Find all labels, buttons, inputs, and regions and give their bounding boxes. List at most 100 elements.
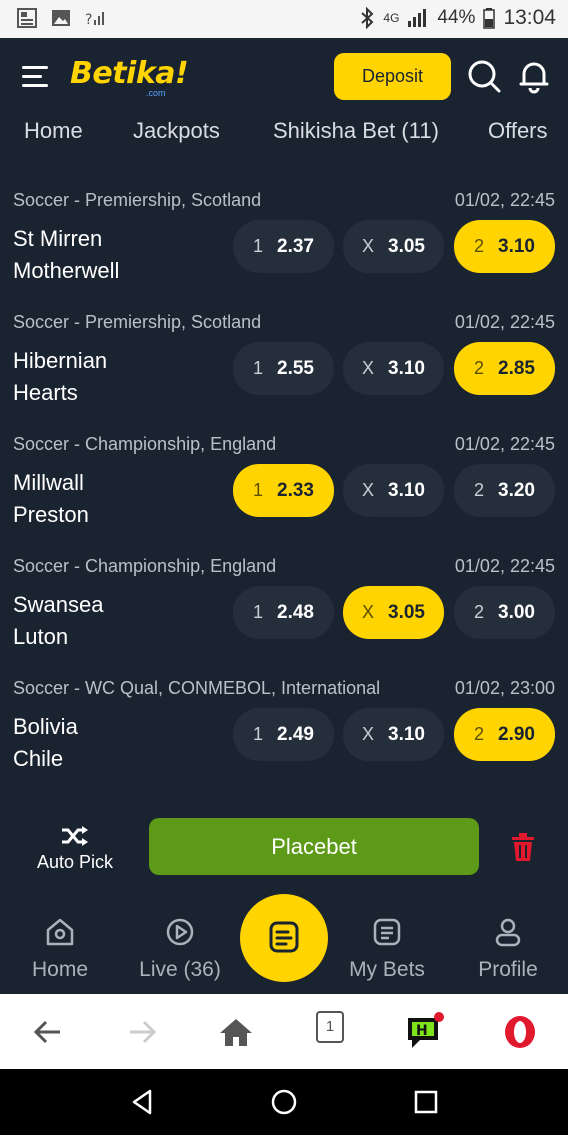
nav-label: My Bets <box>349 958 425 981</box>
odd-button-home[interactable]: 1 2.37 <box>233 220 334 273</box>
nav-label: Live (36) <box>139 958 221 981</box>
odd-button-away[interactable]: 2 3.00 <box>454 586 555 639</box>
status-bar-system: 4G 44% 13:04 <box>359 6 556 30</box>
tab-home[interactable]: Home <box>24 118 83 144</box>
odd-button-away[interactable]: 2 2.90 <box>454 708 555 761</box>
app-header: Betika! .com Deposit <box>0 38 568 118</box>
logo-domain: .com <box>146 88 166 98</box>
nav-my-bets[interactable]: My Bets <box>332 916 442 982</box>
odd-button-home[interactable]: 1 2.48 <box>233 586 334 639</box>
odd-button-away[interactable]: 2 2.85 <box>454 342 555 395</box>
match-date: 01/02, 22:45 <box>454 190 555 210</box>
back-arrow-icon[interactable] <box>28 1012 68 1052</box>
tab-shikisha-bet[interactable]: Shikisha Bet (11) <box>273 118 439 144</box>
trash-icon[interactable] <box>510 832 536 862</box>
odd-button-draw[interactable]: X 3.10 <box>343 708 444 761</box>
away-team[interactable]: Chile <box>13 746 63 772</box>
nav-label: Home <box>31 958 89 981</box>
image-icon <box>52 10 70 26</box>
odd-button-draw[interactable]: X 3.05 <box>343 586 444 639</box>
battery-percent: 44% <box>437 7 476 28</box>
nav-home[interactable]: Home <box>5 916 115 982</box>
android-home-icon[interactable] <box>269 1087 299 1117</box>
odd-value: 3.00 <box>498 601 535 623</box>
odd-button-home[interactable]: 1 2.49 <box>233 708 334 761</box>
notification-bell-icon[interactable] <box>516 58 552 94</box>
forward-arrow-icon[interactable] <box>122 1012 162 1052</box>
status-bar-notifications: ? <box>16 7 106 29</box>
match-date: 01/02, 22:45 <box>454 434 555 454</box>
nav-profile[interactable]: Profile <box>453 916 563 982</box>
away-team[interactable]: Preston <box>13 502 89 528</box>
signal-icon <box>408 9 427 27</box>
tab-offers[interactable]: Offers <box>488 118 548 144</box>
away-team[interactable]: Hearts <box>13 380 78 406</box>
browser-toolbar: 1 H <box>0 994 568 1069</box>
odd-key: 1 <box>253 602 264 622</box>
league-name: Soccer - WC Qual, CONMEBOL, Internationa… <box>13 678 381 698</box>
news-icon <box>17 8 37 28</box>
opera-icon[interactable] <box>500 1012 540 1052</box>
odd-button-away[interactable]: 2 3.20 <box>454 464 555 517</box>
odd-value: 2.33 <box>277 479 314 501</box>
odd-key: X <box>362 724 375 744</box>
away-team[interactable]: Motherwell <box>13 258 119 284</box>
match-row: Soccer - Premiership, Scotland 01/02, 22… <box>0 312 568 434</box>
odd-value: 3.05 <box>388 601 425 623</box>
hamburger-menu-icon[interactable] <box>22 66 48 88</box>
odd-value: 3.05 <box>388 235 425 257</box>
odd-value: 2.37 <box>277 235 314 257</box>
placebet-button[interactable]: Placebet <box>149 818 479 875</box>
browser-home-icon[interactable] <box>216 1012 256 1052</box>
league-name: Soccer - Premiership, Scotland <box>13 190 262 210</box>
odd-button-draw[interactable]: X 3.05 <box>343 220 444 273</box>
match-date: 01/02, 23:00 <box>454 678 555 698</box>
deposit-button[interactable]: Deposit <box>334 53 451 100</box>
odd-button-draw[interactable]: X 3.10 <box>343 464 444 517</box>
bottom-navigation: Home Live (36) My Bets Profile <box>0 894 568 994</box>
odd-button-draw[interactable]: X 3.10 <box>343 342 444 395</box>
auto-pick-label: Auto Pick <box>36 852 114 872</box>
league-name: Soccer - Championship, England <box>13 556 277 576</box>
user-icon <box>495 918 521 947</box>
league-name: Soccer - Premiership, Scotland <box>13 312 262 332</box>
odd-key: 2 <box>474 236 485 256</box>
match-date: 01/02, 22:45 <box>454 312 555 332</box>
match-date: 01/02, 22:45 <box>454 556 555 576</box>
auto-pick-button[interactable]: Auto Pick <box>20 822 130 882</box>
android-navigation-bar <box>0 1069 568 1135</box>
odd-key: 2 <box>474 724 485 744</box>
search-icon[interactable] <box>466 58 502 94</box>
odd-button-away[interactable]: 2 3.10 <box>454 220 555 273</box>
network-type: 4G <box>383 11 400 25</box>
tab-jackpots[interactable]: Jackpots <box>133 118 220 144</box>
home-team[interactable]: Hibernian <box>13 348 107 374</box>
odd-value: 2.90 <box>498 723 535 745</box>
odd-value: 3.10 <box>388 479 425 501</box>
odd-key: X <box>362 480 375 500</box>
signal-question-icon: ? <box>85 12 104 28</box>
odd-value: 2.48 <box>277 601 314 623</box>
odd-button-home[interactable]: 1 2.55 <box>233 342 334 395</box>
home-team[interactable]: Millwall <box>13 470 84 496</box>
odd-button-home[interactable]: 1 2.33 <box>233 464 334 517</box>
away-team[interactable]: Luton <box>13 624 68 650</box>
odd-key: X <box>362 236 375 256</box>
list-icon <box>373 918 401 946</box>
home-team[interactable]: St Mirren <box>13 226 102 252</box>
svg-text:H: H <box>416 1023 428 1039</box>
hype-chat-icon[interactable]: H <box>404 1012 444 1052</box>
home-icon <box>46 918 74 946</box>
odd-key: 1 <box>253 724 264 744</box>
android-recents-icon[interactable] <box>411 1087 441 1117</box>
odd-key: 1 <box>253 236 264 256</box>
betika-logo[interactable]: Betika! <box>70 56 189 91</box>
home-team[interactable]: Bolivia <box>13 714 78 740</box>
tab-count-button[interactable]: 1 <box>316 1011 344 1043</box>
nav-live[interactable]: Live (36) <box>125 916 235 982</box>
betslip-button[interactable] <box>240 894 328 982</box>
svg-text:?: ? <box>85 12 92 28</box>
android-back-icon[interactable] <box>128 1087 158 1117</box>
home-team[interactable]: Swansea <box>13 592 104 618</box>
play-circle-icon <box>166 918 194 946</box>
